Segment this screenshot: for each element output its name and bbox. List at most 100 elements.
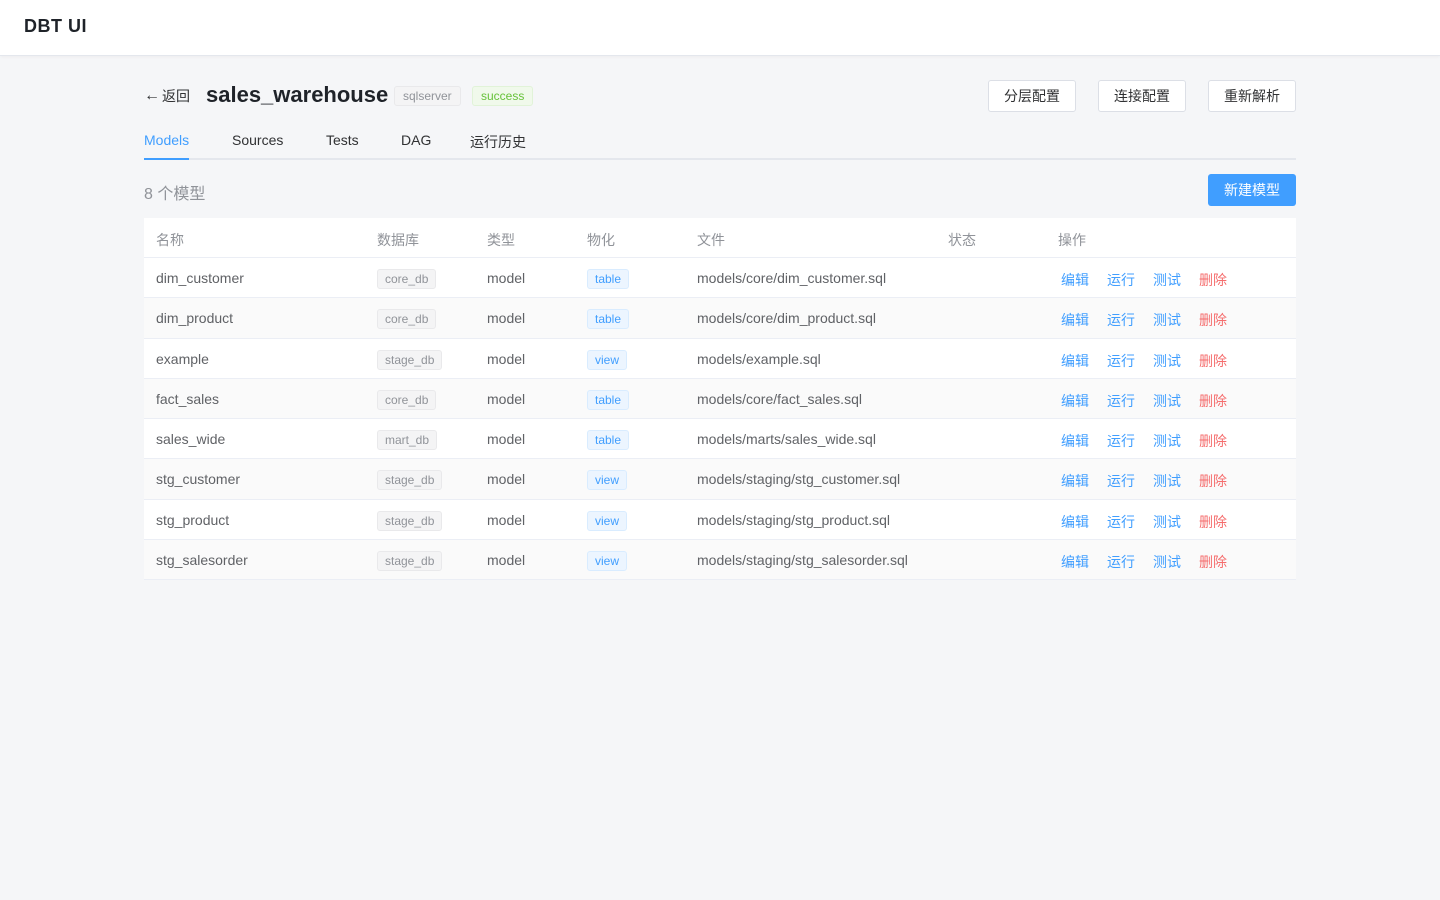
- materialization-tag: view: [587, 349, 628, 370]
- delete-button[interactable]: 删除: [1199, 512, 1227, 532]
- edit-button[interactable]: 编辑: [1061, 512, 1089, 532]
- model-name: sales_wide: [156, 431, 226, 448]
- table-row: dim_product core_db model table models/core/…: [144, 298, 1296, 339]
- column-header-name: 名称: [156, 232, 184, 248]
- models-table: 名称 数据库 类型 物化 文件 状态 操作 dim_customer core_d…: [144, 218, 1296, 581]
- run-button[interactable]: 运行: [1107, 270, 1135, 290]
- database-tag: stage_db: [377, 349, 443, 370]
- test-button[interactable]: 测试: [1153, 552, 1181, 572]
- model-file: models/staging/stg_product.sql: [697, 511, 890, 528]
- app-title: DBT UI: [24, 16, 87, 36]
- table-row: dim_customer core_db model table models/core…: [144, 258, 1296, 299]
- edit-button[interactable]: 编辑: [1061, 270, 1089, 290]
- page-title: sales_warehouse: [206, 82, 389, 107]
- tab-models[interactable]: Models: [144, 132, 190, 160]
- edit-button[interactable]: 编辑: [1061, 431, 1089, 451]
- table-row: sales_wide mart_db model table models/marts/…: [144, 419, 1296, 460]
- table-row: stg_salesorder stage_db model view models/st…: [144, 540, 1296, 581]
- run-button[interactable]: 运行: [1107, 471, 1135, 491]
- run-button[interactable]: 运行: [1107, 351, 1135, 371]
- model-file: models/core/dim_product.sql: [697, 310, 876, 327]
- edit-button[interactable]: 编辑: [1061, 391, 1089, 411]
- model-type: model: [487, 471, 526, 488]
- run-button[interactable]: 运行: [1107, 431, 1135, 451]
- test-button[interactable]: 测试: [1153, 310, 1181, 330]
- test-button[interactable]: 测试: [1153, 512, 1181, 532]
- delete-button[interactable]: 删除: [1199, 391, 1227, 411]
- new-model-button[interactable]: 新建模型: [1208, 174, 1296, 206]
- database-tag: stage_db: [377, 470, 443, 491]
- table-header: 名称 数据库 类型 物化 文件 状态 操作: [144, 218, 1296, 258]
- model-file: models/core/dim_customer.sql: [697, 270, 887, 286]
- status-badge: success: [472, 86, 534, 106]
- tab-run-history[interactable]: 运行历史: [470, 132, 526, 160]
- delete-button[interactable]: 删除: [1199, 431, 1227, 451]
- edit-button[interactable]: 编辑: [1061, 310, 1089, 330]
- delete-button[interactable]: 删除: [1199, 351, 1227, 371]
- model-type: model: [487, 511, 526, 528]
- model-type: model: [487, 350, 526, 367]
- table-row: stg_product stage_db model view models/stagi…: [144, 499, 1296, 541]
- model-type: model: [487, 310, 526, 327]
- table-row: stg_customer stage_db model view models/stag…: [144, 459, 1296, 500]
- model-name: example: [156, 350, 209, 367]
- model-name: fact_sales: [156, 390, 220, 407]
- database-tag: mart_db: [377, 430, 438, 451]
- materialization-tag: table: [587, 269, 630, 289]
- run-button[interactable]: 运行: [1107, 391, 1135, 411]
- model-type: model: [487, 431, 526, 448]
- edit-button[interactable]: 编辑: [1061, 351, 1089, 371]
- column-header-actions: 操作: [1058, 232, 1086, 248]
- database-tag: stage_db: [377, 551, 443, 572]
- column-header-file: 文件: [697, 232, 725, 248]
- back-link[interactable]: ← 返回: [144, 86, 190, 106]
- database-tag: core_db: [377, 389, 437, 410]
- connection-config-button[interactable]: 连接配置: [1098, 80, 1186, 112]
- delete-button[interactable]: 删除: [1199, 552, 1227, 572]
- run-button[interactable]: 运行: [1107, 512, 1135, 532]
- materialization-tag: table: [587, 430, 630, 451]
- column-header-materialized: 物化: [587, 232, 615, 248]
- table-row: example stage_db model view models/example.s…: [144, 338, 1296, 379]
- test-button[interactable]: 测试: [1153, 351, 1181, 371]
- edit-button[interactable]: 编辑: [1061, 471, 1089, 491]
- materialization-tag: table: [587, 389, 630, 410]
- model-count: 8 个模型: [144, 186, 206, 203]
- adapter-tag: sqlserver: [394, 86, 461, 106]
- reparse-button[interactable]: 重新解析: [1208, 80, 1296, 112]
- delete-button[interactable]: 删除: [1199, 270, 1227, 290]
- model-file: models/staging/stg_salesorder.sql: [697, 552, 908, 569]
- layer-config-button[interactable]: 分层配置: [988, 80, 1076, 112]
- database-tag: core_db: [377, 309, 437, 330]
- column-header-status: 状态: [948, 232, 976, 248]
- materialization-tag: view: [587, 510, 628, 531]
- model-type: model: [487, 552, 526, 569]
- model-file: models/core/fact_sales.sql: [697, 390, 862, 407]
- model-type: model: [487, 270, 526, 286]
- test-button[interactable]: 测试: [1153, 391, 1181, 411]
- delete-button[interactable]: 删除: [1199, 471, 1227, 491]
- test-button[interactable]: 测试: [1153, 270, 1181, 290]
- run-button[interactable]: 运行: [1107, 552, 1135, 572]
- table-row: fact_sales core_db model table models/core/f…: [144, 378, 1296, 420]
- back-label: 返回: [162, 88, 190, 104]
- test-button[interactable]: 测试: [1153, 471, 1181, 491]
- database-tag: core_db: [377, 269, 437, 289]
- model-name: stg_product: [156, 511, 230, 528]
- delete-button[interactable]: 删除: [1199, 310, 1227, 330]
- model-name: dim_customer: [156, 270, 244, 286]
- database-tag: stage_db: [377, 510, 443, 531]
- column-header-database: 数据库: [377, 232, 419, 248]
- tab-dag[interactable]: DAG: [401, 132, 431, 160]
- edit-button[interactable]: 编辑: [1061, 552, 1089, 572]
- materialization-tag: table: [587, 309, 630, 330]
- model-file: models/staging/stg_customer.sql: [697, 471, 901, 488]
- tab-tests[interactable]: Tests: [326, 132, 359, 160]
- tab-bar: Models Sources Tests DAG 运行历史: [144, 124, 1296, 160]
- tab-sources[interactable]: Sources: [232, 132, 283, 160]
- test-button[interactable]: 测试: [1153, 431, 1181, 451]
- model-file: models/marts/sales_wide.sql: [697, 431, 876, 448]
- table-body: dim_customer core_db model table models/core…: [144, 258, 1296, 581]
- run-button[interactable]: 运行: [1107, 310, 1135, 330]
- model-name: stg_customer: [156, 471, 241, 488]
